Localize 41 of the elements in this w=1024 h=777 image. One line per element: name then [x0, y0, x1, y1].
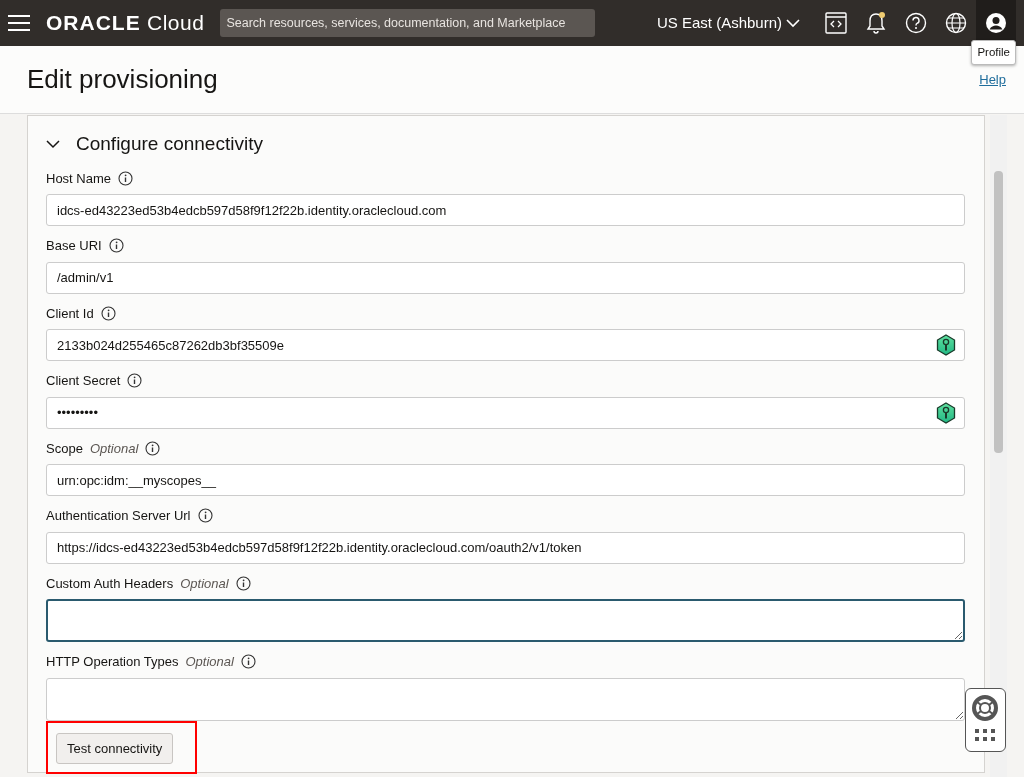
- field-label: Client Id: [46, 304, 94, 323]
- optional-label: Optional: [185, 653, 234, 671]
- field-label: Host Name: [46, 169, 112, 188]
- key-icon[interactable]: [936, 401, 956, 424]
- region-dropdown[interactable]: US East (Ashburn): [656, 11, 800, 35]
- field-label: Client Secret: [46, 372, 121, 390]
- input-field[interactable]: /admin/v1: [46, 261, 965, 294]
- search-field[interactable]: Search resources, services, documentation, and Marketplace: [220, 9, 596, 37]
- help-widget[interactable]: [965, 688, 1006, 752]
- field-label: Authentication Server Url: [46, 507, 191, 525]
- optional-label: Optional: [89, 439, 139, 458]
- logo[interactable]: ORACLE Cloud: [46, 7, 205, 39]
- optional-label: Optional: [180, 574, 229, 593]
- info-icon[interactable]: [240, 654, 256, 670]
- section-header[interactable]: Configure connectivity: [46, 130, 965, 159]
- info-icon[interactable]: [108, 238, 124, 254]
- page-title: Edit provisioning: [27, 63, 218, 96]
- input-field[interactable]: •••••••••: [46, 396, 965, 429]
- info-icon[interactable]: [127, 373, 143, 389]
- input-field[interactable]: idcs-ed43223ed53b4edcb597d58f9f12f22b.identity.oraclecloud.com: [46, 194, 965, 226]
- info-icon[interactable]: [118, 170, 134, 186]
- help-link[interactable]: Help: [979, 70, 1006, 90]
- info-icon[interactable]: [100, 305, 116, 321]
- field-label: Base URI: [46, 237, 102, 255]
- field-label: Custom Auth Headers: [46, 574, 174, 593]
- info-icon[interactable]: [197, 508, 213, 524]
- input-field[interactable]: 2133b024d255465c87262db3bf35509e: [46, 329, 965, 361]
- chevron-icon[interactable]: [46, 139, 60, 149]
- info-icon[interactable]: [235, 575, 251, 591]
- test-connectivity-button[interactable]: Test connectivity: [56, 732, 174, 764]
- text-area[interactable]: [46, 599, 965, 642]
- field-label: HTTP Operation Types: [46, 653, 179, 671]
- input-field[interactable]: https://idcs-ed43223ed53b4edcb597d58f9f12f22b.identity.oraclecloud.com/oauth2/v1/token: [46, 531, 965, 564]
- menu-icon[interactable]: [8, 15, 30, 31]
- tooltip: Profile: [971, 40, 1016, 66]
- info-icon[interactable]: [145, 440, 161, 456]
- input-field[interactable]: urn:opc:idm:__myscopes__: [46, 464, 965, 496]
- scrollbar[interactable]: [990, 115, 1007, 777]
- key-icon[interactable]: [936, 334, 956, 356]
- field-label: Scope: [46, 439, 83, 458]
- caret-icon[interactable]: [786, 18, 800, 28]
